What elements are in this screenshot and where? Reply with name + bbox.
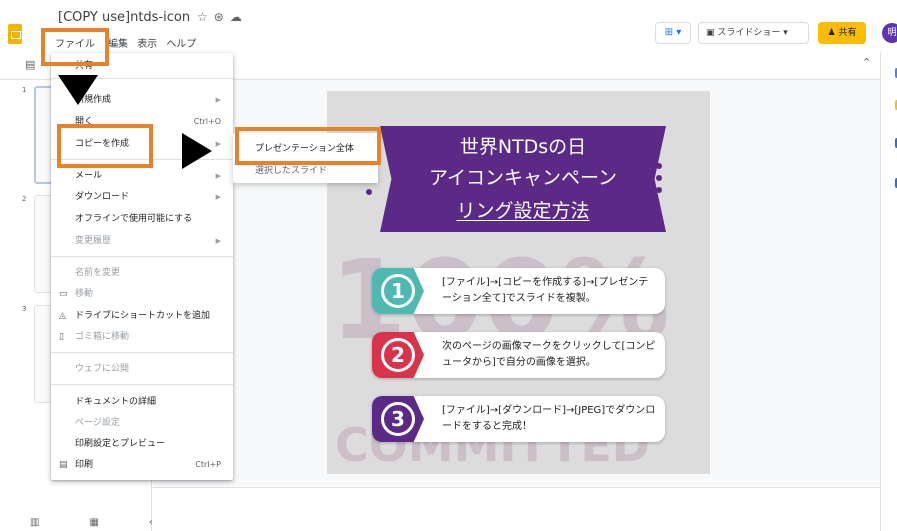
menu-view[interactable]: 表示 <box>137 39 157 50</box>
menu-item-move[interactable]: ▭ 移動 <box>51 284 233 304</box>
slide-title-line3: リング設定方法 <box>456 200 590 222</box>
menu-item-print[interactable]: ▤ 印刷 Ctrl+P <box>51 455 233 475</box>
step-number-2: 2 <box>381 338 415 372</box>
menu-item-rename[interactable]: 名前を変更 <box>51 263 233 283</box>
menu-edit[interactable]: 編集 <box>108 39 128 50</box>
menu-item-print-preview[interactable]: 印刷設定とプレビュー <box>51 434 233 454</box>
step-text-2: 次のページの画像マークをクリックして[コンピュータから]で自分の画像を選択。 <box>442 341 656 368</box>
submenu-arrow-icon: ▶ <box>215 193 221 201</box>
highlight-make-copy <box>57 124 153 168</box>
trash-icon: ▯ <box>59 332 64 342</box>
menu-help[interactable]: ヘルプ <box>166 39 196 50</box>
slide-number: 1 <box>22 86 27 94</box>
present-options-button[interactable]: ⊞ ▾ <box>655 22 691 44</box>
speaker-notes[interactable] <box>153 487 880 531</box>
submenu-arrow-icon: ▶ <box>215 96 221 104</box>
file-menu-dropdown: 共有 新規作成 ▶ 開く Ctrl+O コピーを作成 ▶ メール ▶ ダウンロード ▶ オ… <box>51 53 233 480</box>
chevron-up-icon[interactable]: ⌃ <box>862 56 871 69</box>
step-text-3: [ファイル]→[ダウンロード]→[JPEG]でダウンロードをすると完成！ <box>442 405 656 432</box>
folder-icon: ▭ <box>59 289 68 299</box>
menu-item-trash[interactable]: ▯ ゴミ箱に移動 <box>51 327 233 347</box>
filmstrip-view-icon[interactable]: ▦ <box>89 517 148 528</box>
print-icon[interactable]: ▤ <box>25 58 35 71</box>
move-icon[interactable]: ⊛ <box>214 10 230 24</box>
slide-number: 2 <box>22 195 27 203</box>
menu-item-version-history[interactable]: 変更履歴 ▶ <box>51 231 233 251</box>
highlight-entire-presentation <box>235 127 381 165</box>
side-panel <box>880 52 897 531</box>
slideshow-button[interactable]: ▣ スライドショー ▾ <box>698 22 809 44</box>
top-bar: [COPY use]ntds-icon ☆⊛☁ ファイル 編集 表示 ヘルプ ⊞… <box>0 0 897 52</box>
shortcut-label: Ctrl+P <box>195 460 221 469</box>
drive-shortcut-icon: ◬ <box>59 311 66 321</box>
menu-item-download[interactable]: ダウンロード ▶ <box>51 187 233 207</box>
step-number-1: 1 <box>381 274 415 308</box>
cloud-icon[interactable]: ☁ <box>230 10 248 24</box>
submenu-arrow-icon: ▶ <box>215 140 221 148</box>
step-number-3: 3 <box>381 402 415 436</box>
slide-title-line1: 世界NTDsの日 <box>459 136 587 158</box>
menu-item-publish[interactable]: ウェブに公開 <box>51 359 233 379</box>
banner-dot <box>366 189 372 195</box>
slide-title-line2: アイコンキャンペーン <box>428 167 618 189</box>
menu-item-details[interactable]: ドキュメントの詳細 <box>51 392 233 412</box>
menu-bar: 編集 表示 ヘルプ <box>108 35 202 50</box>
shortcut-label: Ctrl+O <box>193 117 221 126</box>
star-icon[interactable]: ☆ <box>197 10 214 24</box>
menu-item-offline[interactable]: オフラインで使用可能にする <box>51 209 233 229</box>
slides-logo-icon[interactable] <box>8 24 22 44</box>
document-title[interactable]: [COPY use]ntds-icon <box>58 10 190 25</box>
pointer-arrow-right <box>182 133 212 169</box>
menu-item-email[interactable]: メール ▶ <box>51 166 233 186</box>
title-icons: ☆⊛☁ <box>197 10 248 24</box>
person-icon: ♟ <box>827 28 836 38</box>
menu-separator <box>51 352 233 353</box>
highlight-file-menu <box>41 28 109 66</box>
menu-item-page-setup[interactable]: ページ設定 <box>51 413 233 433</box>
print-icon: ▤ <box>59 460 68 470</box>
step-text-1: [ファイル]→[コピーを作成する]→[プレゼンテーション全て]でスライドを複製。 <box>442 277 649 304</box>
app-window: [COPY use]ntds-icon ☆⊛☁ ファイル 編集 表示 ヘルプ ⊞… <box>0 0 897 531</box>
avatar[interactable]: 明 <box>882 23 897 43</box>
menu-separator <box>51 256 233 257</box>
pointer-arrow-down <box>58 75 98 105</box>
share-button[interactable]: ♟ 共有 <box>818 22 866 44</box>
submenu-arrow-icon: ▶ <box>215 237 221 245</box>
submenu-arrow-icon: ▶ <box>215 172 221 180</box>
grid-view-icon[interactable]: ▥ <box>30 517 89 528</box>
slide-number: 3 <box>22 305 27 313</box>
share-label: 共有 <box>838 28 857 38</box>
menu-separator <box>51 384 233 385</box>
menu-item-add-shortcut[interactable]: ◬ ドライブにショートカットを追加 <box>51 306 233 326</box>
